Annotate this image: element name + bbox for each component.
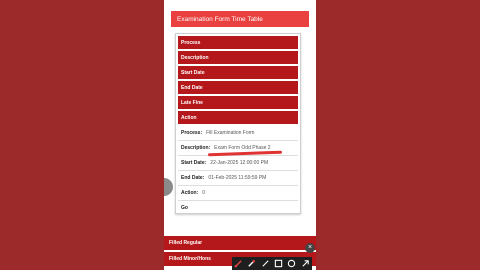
row-start-date: Start Date: 22-Jan-2025 12:00:00 PM (178, 156, 298, 171)
row-value: Exam Form Odd Phase 2 (214, 145, 271, 151)
time-table-card: Process Description Start Date End Date … (175, 33, 301, 214)
row-process: Process: Fill Examination Form (178, 126, 298, 141)
menu-item-filled-regular[interactable]: Filled Regular (164, 236, 316, 250)
page-title-text: Examination Form Time Table (177, 15, 263, 23)
circle-icon[interactable] (287, 259, 296, 268)
row-label: Description: (181, 145, 211, 151)
header-end-date: End Date (178, 81, 298, 96)
menu-item-label: Filled Minor/Hons (169, 256, 211, 262)
arrow-icon[interactable] (301, 259, 310, 268)
header-description: Description (178, 51, 298, 66)
header-process: Process (178, 36, 298, 51)
close-icon[interactable]: × (305, 243, 315, 253)
row-value: 0 (202, 190, 206, 196)
menu-item-label: Filled Regular (169, 240, 203, 246)
row-action: Action: 0 (178, 186, 298, 201)
brush-icon[interactable] (234, 259, 243, 268)
header-action: Action (178, 111, 298, 126)
pen-icon[interactable] (261, 259, 270, 268)
go-link[interactable]: Go (178, 201, 298, 215)
row-label: Start Date: (181, 160, 207, 166)
row-label: Action: (181, 190, 199, 196)
row-value: Fill Examination Form (206, 130, 255, 136)
page-title: Examination Form Time Table (171, 11, 309, 27)
row-value: 22-Jan-2025 12:00:00 PM (210, 160, 269, 166)
row-end-date: End Date: 01-Feb-2025 11:59:59 PM (178, 171, 298, 186)
eraser-icon[interactable] (247, 259, 256, 268)
go-label[interactable]: Go (181, 205, 188, 211)
square-icon[interactable] (274, 259, 283, 268)
drawing-toolbar (232, 257, 312, 270)
header-late-fine: Late Fine (178, 96, 298, 111)
row-value: 01-Feb-2025 11:59:59 PM (208, 175, 267, 181)
row-label: Process: (181, 130, 203, 136)
row-label: End Date: (181, 175, 205, 181)
header-start-date: Start Date (178, 66, 298, 81)
